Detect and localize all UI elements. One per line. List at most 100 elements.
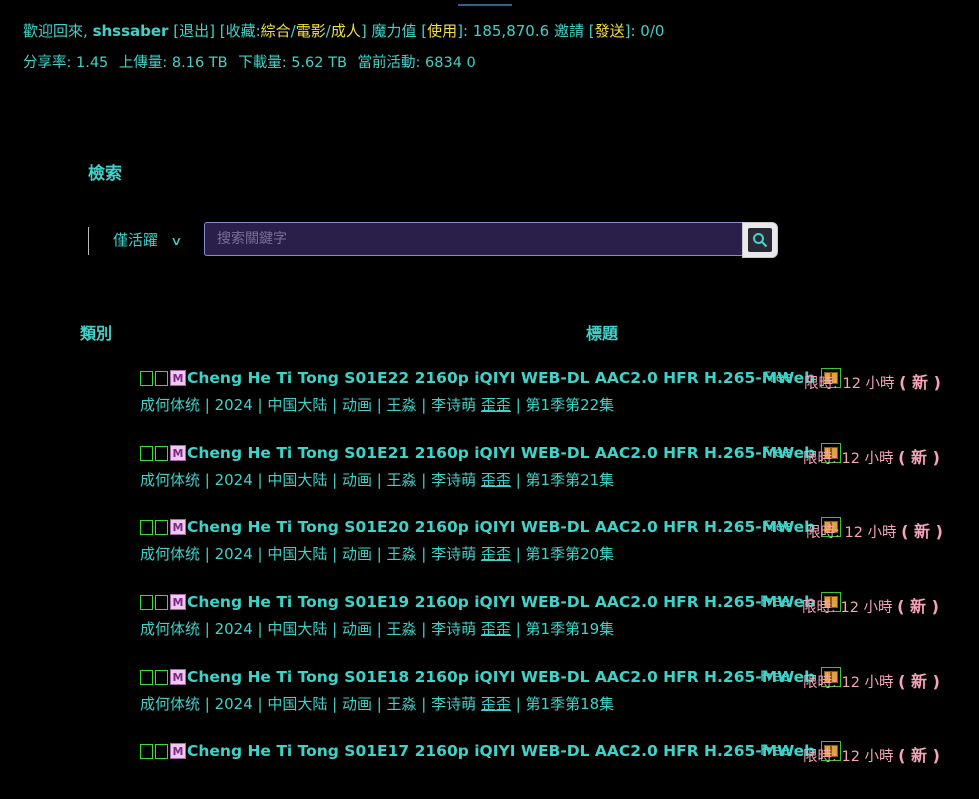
torrent-title-line: M Cheng He Ti Tong S01E17 2160p iQIYI WEB… xyxy=(140,739,842,763)
new-badge: ( 新 ) xyxy=(898,672,940,691)
time-limit-text: 限時: 12 小時 xyxy=(804,376,895,392)
search-button[interactable] xyxy=(742,222,778,258)
new-badge: ( 新 ) xyxy=(898,448,940,467)
subtitle-uploader-link[interactable]: 歪歪 xyxy=(481,545,511,563)
search-title: 檢索 xyxy=(88,164,122,184)
subtitle-episode: | 第1季第18集 xyxy=(515,695,615,713)
torrent-title-line: M Cheng He Ti Tong S01E20 2160p iQIYI WEB… xyxy=(140,515,842,539)
favorites-adult-link[interactable]: 成人 xyxy=(331,22,361,40)
time-limit: 限時: 12 小時 ( 新 ) xyxy=(806,518,943,542)
torrent-title-line: M Cheng He Ti Tong S01E18 2160p iQIYI WEB… xyxy=(140,665,842,689)
subtitle-episode: | 第1季第20集 xyxy=(515,545,615,563)
torrent-row: M Cheng He Ti Tong S01E21 2160p iQIYI WEB… xyxy=(140,441,960,501)
torrent-title-link[interactable]: Cheng He Ti Tong S01E22 2160p iQIYI WEB-… xyxy=(187,369,815,387)
column-header-title[interactable]: 標題 xyxy=(586,320,618,344)
torrent-subtitle: 成何体统 | 2024 | 中国大陆 | 动画 | 王淼 | 李诗萌 歪歪 | … xyxy=(140,469,614,490)
free-badge: Free xyxy=(763,519,793,535)
medal-icon: M xyxy=(170,445,186,461)
free-badge: Free xyxy=(763,370,793,386)
medal-icon: M xyxy=(170,669,186,685)
active-leeching-link[interactable]: 0 xyxy=(467,55,476,71)
magic-label: 魔力值 xyxy=(371,22,417,40)
invite-send-link[interactable]: 發送 xyxy=(595,22,625,40)
time-limit: 限時: 12 小時 ( 新 ) xyxy=(803,742,940,766)
torrent-title-line: M Cheng He Ti Tong S01E19 2160p iQIYI WEB… xyxy=(140,590,842,614)
category-icon[interactable] xyxy=(140,445,153,461)
category-icon[interactable] xyxy=(140,370,153,386)
source-icon xyxy=(155,519,168,535)
medal-icon: M xyxy=(170,370,186,386)
subtitle-uploader-link[interactable]: 歪歪 xyxy=(481,620,511,638)
source-icon xyxy=(155,370,168,386)
subtitle-uploader-link[interactable]: 歪歪 xyxy=(481,695,511,713)
logout-link[interactable]: [退出] xyxy=(173,22,215,40)
time-limit: 限時: 12 小時 ( 新 ) xyxy=(804,369,941,393)
torrent-title-link[interactable]: Cheng He Ti Tong S01E20 2160p iQIYI WEB-… xyxy=(187,518,815,536)
source-icon xyxy=(155,669,168,685)
magic-use-link[interactable]: 使用 xyxy=(427,22,457,40)
user-stats-line: 分享率: 1.45 上傳量: 8.16 TB 下載量: 5.62 TB 當前活動… xyxy=(23,51,476,72)
subtitle-info: 成何体统 | 2024 | 中国大陆 | 动画 | 王淼 | 李诗萌 xyxy=(140,545,477,563)
subtitle-uploader-link[interactable]: 歪歪 xyxy=(481,396,511,414)
torrent-row: M Cheng He Ti Tong S01E18 2160p iQIYI WEB… xyxy=(140,665,960,725)
category-icon[interactable] xyxy=(140,519,153,535)
medal-icon: M xyxy=(170,594,186,610)
subtitle-uploader-link[interactable]: 歪歪 xyxy=(481,471,511,489)
subtitle-episode: | 第1季第21集 xyxy=(515,471,615,489)
download-label: 下載量: xyxy=(238,55,287,71)
torrent-row: M Cheng He Ti Tong S01E22 2160p iQIYI WEB… xyxy=(140,366,960,426)
new-badge: ( 新 ) xyxy=(897,597,939,616)
medal-icon: M xyxy=(170,743,186,759)
column-header-category[interactable]: 類別 xyxy=(80,320,112,344)
favorites-label: [收藏: xyxy=(219,22,261,40)
time-limit-text: 限時: 12 小時 xyxy=(803,749,894,765)
torrent-row: M Cheng He Ti Tong S01E17 2160p iQIYI WEB… xyxy=(140,739,960,799)
active-label: 當前活動: xyxy=(357,55,421,71)
subtitle-episode: | 第1季第22集 xyxy=(515,396,615,414)
time-limit-text: 限時: 12 小時 xyxy=(803,675,894,691)
time-limit: 限時: 12 小時 ( 新 ) xyxy=(803,668,940,692)
invite-label: 邀請 xyxy=(553,22,584,40)
torrent-row: M Cheng He Ti Tong S01E20 2160p iQIYI WEB… xyxy=(140,515,960,575)
active-seeding-link[interactable]: 6834 xyxy=(425,55,462,71)
upload-label: 上傳量: xyxy=(118,55,168,71)
torrent-title-link[interactable]: Cheng He Ti Tong S01E21 2160p iQIYI WEB-… xyxy=(187,444,815,462)
subtitle-episode: | 第1季第19集 xyxy=(515,620,615,638)
torrent-subtitle: 成何体统 | 2024 | 中国大陆 | 动画 | 王淼 | 李诗萌 歪歪 | … xyxy=(140,543,614,564)
search-input[interactable] xyxy=(204,222,742,256)
torrent-title-link[interactable]: Cheng He Ti Tong S01E19 2160p iQIYI WEB-… xyxy=(187,593,815,611)
free-badge: Free xyxy=(760,669,790,685)
torrent-title-link[interactable]: Cheng He Ti Tong S01E17 2160p iQIYI WEB-… xyxy=(187,742,815,760)
medal-icon: M xyxy=(170,519,186,535)
search-divider xyxy=(88,227,89,255)
new-badge: ( 新 ) xyxy=(898,746,940,765)
source-icon xyxy=(155,445,168,461)
time-limit-text: 限時: 12 小時 xyxy=(806,525,897,541)
welcome-text: 歡迎回來, xyxy=(23,22,88,40)
active-filter-dropdown[interactable]: 僅活躍 ∨ xyxy=(113,222,183,258)
torrent-subtitle: 成何体统 | 2024 | 中国大陆 | 动画 | 王淼 | 李诗萌 歪歪 | … xyxy=(140,618,614,639)
subtitle-info: 成何体统 | 2024 | 中国大陆 | 动画 | 王淼 | 李诗萌 xyxy=(140,620,477,638)
category-icon[interactable] xyxy=(140,669,153,685)
ratio-value: 1.45 xyxy=(76,55,109,71)
username-link[interactable]: shssaber xyxy=(93,22,169,40)
subtitle-info: 成何体统 | 2024 | 中国大陆 | 动画 | 王淼 | 李诗萌 xyxy=(140,396,477,414)
free-badge: Free xyxy=(760,743,790,759)
source-icon xyxy=(155,743,168,759)
new-badge: ( 新 ) xyxy=(901,522,943,541)
category-icon[interactable] xyxy=(140,594,153,610)
subtitle-info: 成何体统 | 2024 | 中国大陆 | 动画 | 王淼 | 李诗萌 xyxy=(140,695,477,713)
favorites-movie-link[interactable]: 電影 xyxy=(296,22,326,40)
source-icon xyxy=(155,594,168,610)
torrent-subtitle: 成何体统 | 2024 | 中国大陆 | 动画 | 王淼 | 李诗萌 歪歪 | … xyxy=(140,693,614,714)
category-icon[interactable] xyxy=(140,743,153,759)
torrent-title-line: M Cheng He Ti Tong S01E21 2160p iQIYI WEB… xyxy=(140,441,842,465)
time-limit: 限時: 12 小時 ( 新 ) xyxy=(803,444,940,468)
chevron-down-icon: ∨ xyxy=(170,234,183,248)
favorites-all-link[interactable]: 綜合 xyxy=(261,22,291,40)
torrent-title-line: M Cheng He Ti Tong S01E22 2160p iQIYI WEB… xyxy=(140,366,842,390)
new-badge: ( 新 ) xyxy=(899,373,941,392)
ratio-label: 分享率: xyxy=(23,55,72,71)
torrent-title-link[interactable]: Cheng He Ti Tong S01E18 2160p iQIYI WEB-… xyxy=(187,668,815,686)
time-limit: 限時: 12 小時 ( 新 ) xyxy=(802,593,939,617)
